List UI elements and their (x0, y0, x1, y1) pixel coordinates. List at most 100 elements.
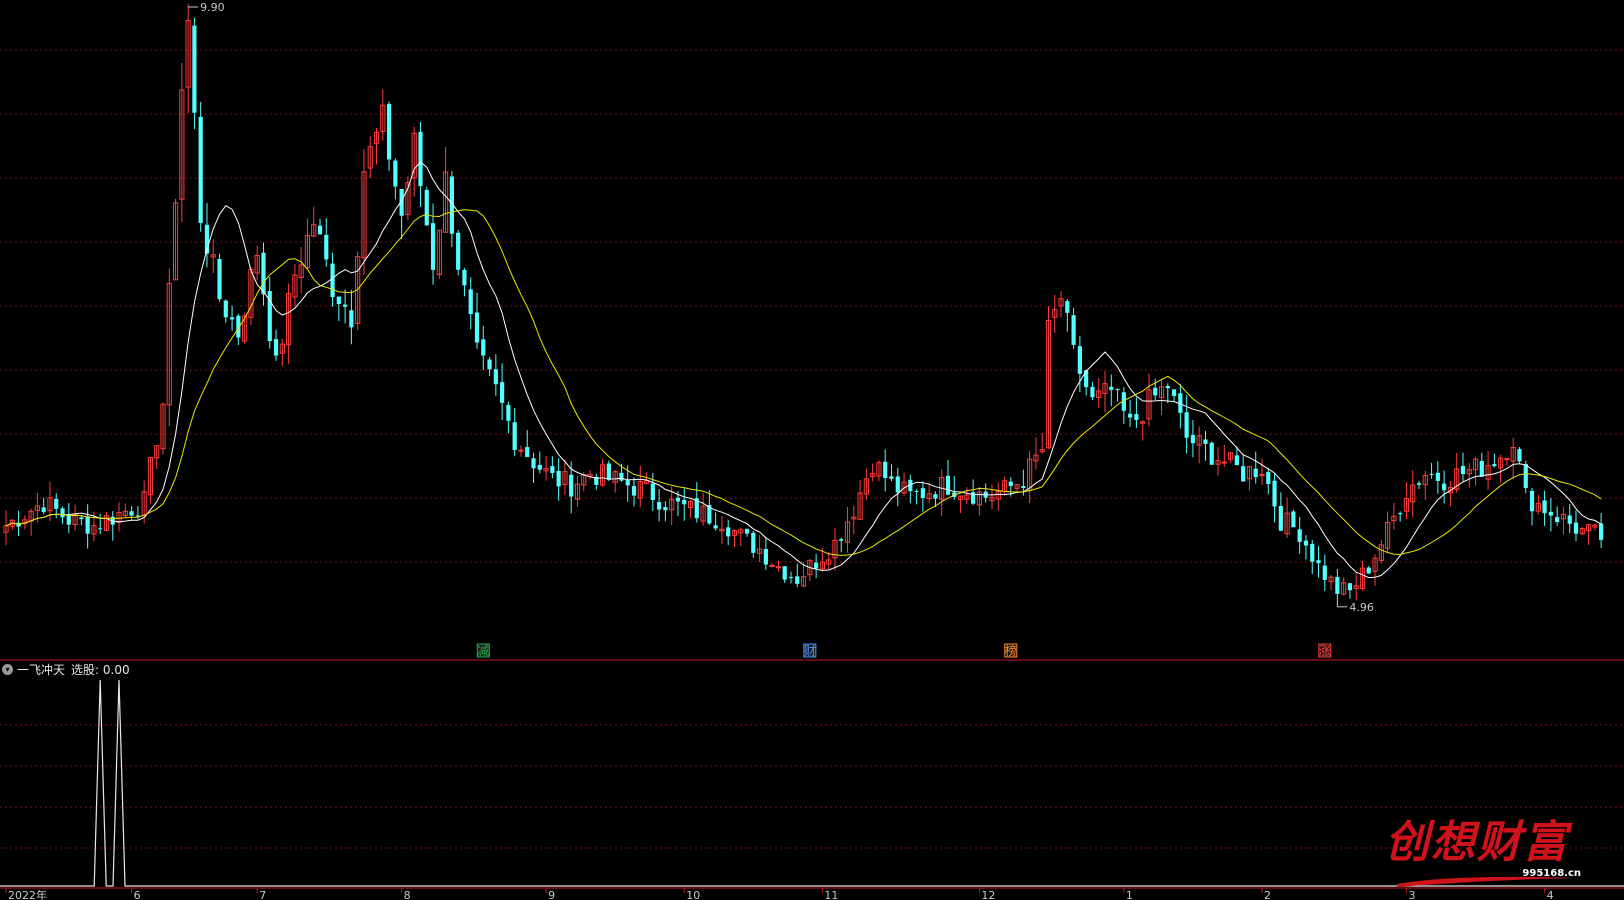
candle-body-down (1297, 529, 1302, 542)
candle-body-down (1335, 576, 1340, 594)
candle-body-down (1310, 544, 1315, 562)
candle-body-down (1209, 442, 1214, 465)
candle-body-down (525, 447, 530, 458)
candle-body-down (456, 232, 461, 270)
candle-body-down (1567, 515, 1572, 524)
candle-body-down (1153, 387, 1158, 396)
candle-body-down (430, 223, 436, 270)
candlestick-series (3, 4, 1604, 607)
candle-body-down (66, 515, 71, 525)
x-tick-label: 4 (1547, 889, 1554, 900)
candle-body-down (462, 269, 467, 286)
candle-body-down (1529, 490, 1535, 512)
candle-body-down (324, 234, 329, 260)
candle-body-down (481, 339, 486, 356)
candle-body-down (1429, 473, 1434, 475)
candle-body-down (1090, 386, 1095, 398)
chart-canvas: 9.90 4.96 减财榜涨 2022年 6 7 8 9 10 11 12 1 2 3 4 (0, 1, 1624, 900)
low-price-label: 4.96 (1349, 601, 1374, 614)
candle-body-down (1021, 486, 1026, 489)
candle-body-down (1065, 301, 1070, 313)
candle-body-down (1322, 565, 1327, 580)
candle-body-down (889, 476, 894, 479)
candle-body-down (500, 382, 505, 403)
marker-label: 财 (804, 644, 816, 658)
indicator-polyline (0, 679, 1624, 887)
candle-body-down (386, 103, 392, 160)
candle-body-down (606, 463, 611, 480)
x-tick-label: 2022年 (8, 888, 47, 900)
candle-body-down (1316, 560, 1321, 564)
candle-body-down (537, 464, 542, 470)
candle-body-down (945, 475, 951, 495)
candle-body-down (675, 497, 681, 502)
candle-body-down (512, 422, 517, 451)
x-tick-label: 8 (404, 889, 411, 900)
x-tick-label: 11 (824, 889, 838, 900)
candle-body-down (569, 474, 574, 497)
candle-body-down (814, 562, 819, 569)
candle-body-down (556, 470, 561, 487)
candle-body-down (682, 499, 687, 505)
candle-body-down (1234, 455, 1239, 466)
candle-body-down (788, 576, 794, 578)
candle-body-down (744, 528, 750, 534)
candle-body-down (336, 296, 341, 305)
high-low-annotations: 9.90 4.96 (188, 1, 1374, 614)
candle-body-down (273, 339, 279, 356)
candle-body-down (1291, 511, 1296, 528)
candle-body-down (79, 517, 84, 520)
candle-body-down (657, 502, 662, 510)
ma-line-20 (5, 209, 1602, 556)
candle-body-down (914, 490, 919, 492)
candle-body-down (1517, 448, 1522, 462)
candle-body-down (1071, 315, 1076, 345)
candle-body-down (1548, 511, 1553, 516)
candle-body-down (1435, 472, 1440, 481)
event-markers: 减财榜涨 (476, 643, 1332, 658)
candle-body-down (531, 458, 536, 469)
brand-watermark: 创想财富 995168.cn (1385, 808, 1585, 888)
candle-body-down (895, 476, 900, 493)
x-tick-label: 1 (1126, 889, 1133, 900)
candle-body-down (883, 461, 888, 479)
candle-body-down (1109, 386, 1114, 390)
indicator-signal-line (0, 679, 1624, 887)
candle-body-down (782, 566, 787, 580)
candle-body-down (129, 511, 134, 516)
x-tick-label: 7 (259, 889, 266, 900)
candle-body-down (1479, 460, 1484, 477)
candle-body-down (1278, 506, 1283, 531)
candle-body-down (217, 259, 222, 300)
x-tick-label: 3 (1408, 889, 1415, 900)
candle-body-down (933, 494, 938, 499)
candle-body-down (1555, 517, 1560, 523)
indicator-value: 选股: 0.00 (71, 662, 130, 677)
candle-body-down (343, 304, 348, 307)
candle-body-down (198, 116, 203, 223)
candle-body-up (775, 566, 782, 569)
candle-body-down (393, 160, 398, 187)
marker-label: 涨 (1319, 643, 1331, 658)
chevron-down-icon[interactable]: ▾ (2, 663, 13, 675)
candle-body-down (663, 507, 668, 511)
candle-body-up (769, 564, 775, 567)
main-panel-grid (0, 49, 1624, 563)
candle-body-down (424, 189, 429, 226)
candle-body-down (1253, 468, 1258, 478)
candle-body-down (1008, 481, 1013, 486)
candle-body-down (349, 310, 354, 328)
candle-body-down (493, 369, 498, 385)
candle-body-down (1523, 464, 1528, 488)
x-tick-label: 10 (686, 889, 700, 900)
candle-body-down (1442, 483, 1447, 491)
candle-body-down (1347, 583, 1353, 591)
candle-body-down (317, 225, 323, 235)
candle-body-down (60, 508, 65, 518)
candle-body-down (1171, 389, 1177, 396)
candle-body-down (713, 525, 718, 529)
candle-body-up (1221, 461, 1227, 464)
candle-body-down (418, 131, 423, 187)
candle-body-down (1573, 522, 1579, 534)
candle-body-down (229, 317, 235, 320)
